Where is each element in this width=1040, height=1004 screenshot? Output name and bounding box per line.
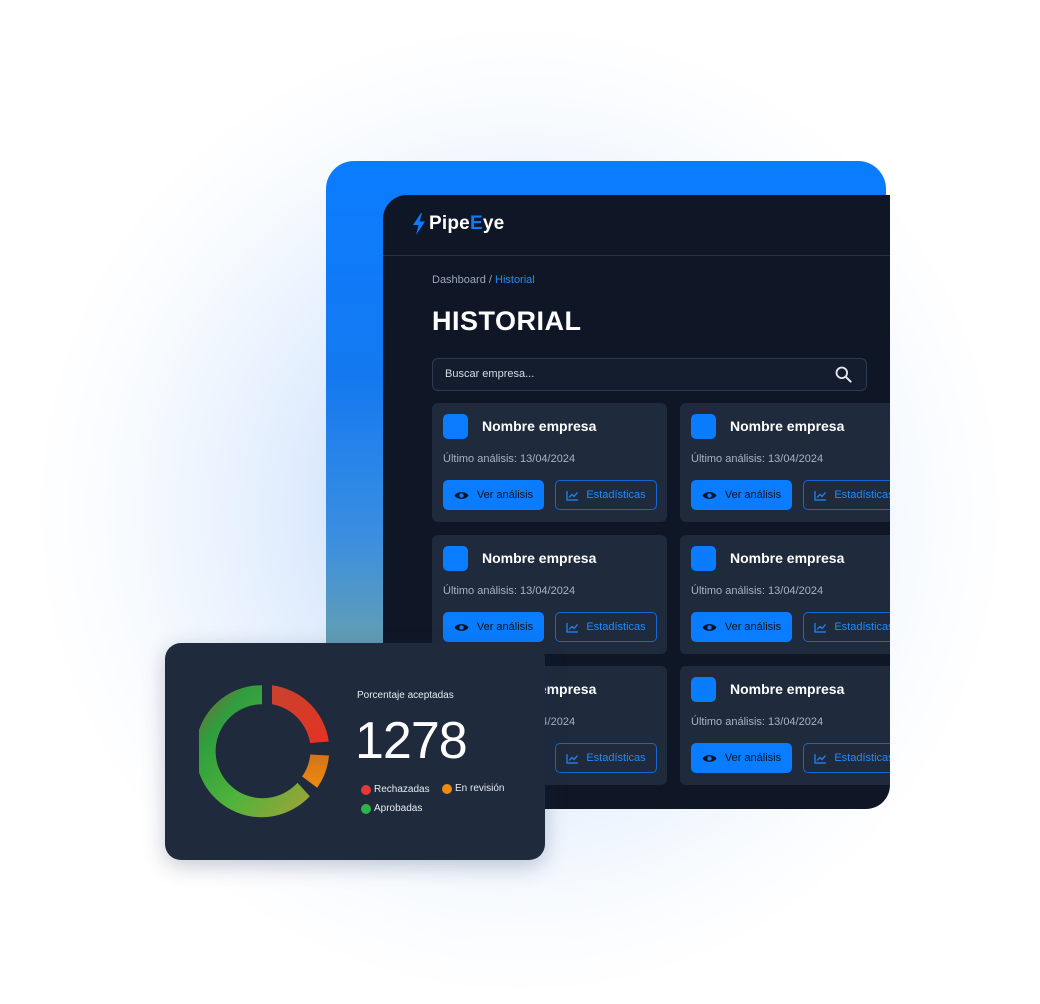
breadcrumb-separator: /	[485, 274, 495, 286]
company-avatar	[443, 414, 468, 439]
chart-line-icon	[814, 490, 827, 501]
view-analysis-label: Ver análisis	[724, 621, 782, 633]
stats-card: Porcentaje aceptadas 1278 Rechazadas En …	[165, 643, 545, 860]
legend-item-aprobadas: Aprobadas	[361, 803, 422, 814]
stats-value: 1278	[355, 712, 468, 770]
logo-highlight: E	[469, 213, 483, 234]
view-analysis-label: Ver análisis	[724, 489, 782, 501]
view-analysis-button[interactable]: Ver análisis	[443, 612, 544, 642]
eye-icon	[702, 491, 717, 499]
statistics-label: Estadísticas	[586, 489, 646, 501]
eye-icon	[454, 623, 469, 631]
company-card: Nombre empresa Último análisis: 13/04/20…	[680, 535, 890, 654]
company-avatar	[691, 546, 716, 571]
last-analysis-date: Último análisis: 13/04/2024	[691, 453, 823, 465]
legend-item-en-revision: En revisión	[442, 783, 504, 794]
statistics-label: Estadísticas	[586, 621, 646, 633]
chart-line-icon	[814, 753, 827, 764]
last-analysis-label: Último análisis:	[691, 453, 765, 465]
statistics-button[interactable]: Estadísticas	[803, 480, 890, 510]
company-avatar	[443, 546, 468, 571]
last-analysis-value: 13/04/2024	[764, 716, 824, 728]
company-card: Nombre empresa Último análisis: 13/04/20…	[680, 666, 890, 785]
logo-text: PipeEye	[429, 213, 504, 235]
company-name: Nombre empresa	[482, 418, 597, 434]
last-analysis-label: Último análisis:	[691, 585, 765, 597]
company-name: Nombre empresa	[730, 681, 845, 697]
last-analysis-label: Último análisis:	[691, 716, 765, 728]
legend-dot-en-revision	[442, 783, 452, 794]
logo-suffix: ye	[482, 213, 505, 234]
last-analysis-label: Último análisis:	[443, 585, 517, 597]
view-analysis-button[interactable]: Ver análisis	[443, 480, 544, 510]
search-input[interactable]: Buscar empresa...	[432, 358, 867, 391]
last-analysis-date: Último análisis: 13/04/2024	[443, 453, 575, 465]
statistics-label: Estadísticas	[586, 752, 646, 764]
acceptance-donut-chart	[199, 685, 329, 818]
last-analysis-value: 13/04/2024	[764, 585, 824, 597]
view-analysis-button[interactable]: Ver análisis	[691, 612, 792, 642]
breadcrumb-current[interactable]: Historial	[495, 274, 535, 286]
statistics-button[interactable]: Estadísticas	[803, 612, 890, 642]
donut-segment-en-revision	[302, 754, 329, 788]
statistics-button[interactable]: Estadísticas	[555, 612, 657, 642]
last-analysis-value: 13/04/2024	[516, 585, 576, 597]
eye-icon	[454, 491, 469, 499]
top-bar: PipeEye	[383, 195, 890, 256]
logo-prefix: Pipe	[429, 213, 470, 234]
company-name: Nombre empresa	[482, 550, 597, 566]
search-icon[interactable]	[835, 366, 852, 383]
chart-line-icon	[566, 753, 579, 764]
company-name: Nombre empresa	[730, 550, 845, 566]
chart-line-icon	[814, 622, 827, 633]
logo[interactable]: PipeEye	[411, 213, 504, 235]
company-avatar	[691, 677, 716, 702]
view-analysis-button[interactable]: Ver análisis	[691, 480, 792, 510]
company-card: Nombre empresa Último análisis: 13/04/20…	[680, 403, 890, 522]
statistics-button[interactable]: Estadísticas	[555, 743, 657, 773]
breadcrumb-root[interactable]: Dashboard	[432, 274, 486, 286]
bolt-icon	[413, 213, 425, 235]
chart-line-icon	[566, 622, 579, 633]
legend-label: En revisión	[455, 783, 505, 794]
statistics-label: Estadísticas	[834, 621, 890, 633]
legend-dot-rechazadas	[361, 784, 371, 795]
page-title: HISTORIAL	[432, 306, 582, 336]
statistics-label: Estadísticas	[834, 489, 890, 501]
statistics-label: Estadísticas	[834, 752, 890, 764]
last-analysis-value: 13/04/2024	[764, 453, 824, 465]
view-analysis-label: Ver análisis	[724, 752, 782, 764]
legend-item-rechazadas: Rechazadas	[361, 784, 430, 795]
last-analysis-date: Último análisis: 13/04/2024	[691, 585, 823, 597]
legend-label: Aprobadas	[374, 803, 423, 814]
last-analysis-date: Último análisis: 13/04/2024	[443, 585, 575, 597]
last-analysis-date: Último análisis: 13/04/2024	[691, 716, 823, 728]
view-analysis-button[interactable]: Ver análisis	[691, 743, 792, 773]
breadcrumb: Dashboard / Historial	[432, 274, 535, 286]
donut-segment-rechazadas	[272, 685, 329, 744]
search-placeholder: Buscar empresa...	[445, 368, 535, 380]
company-card: Nombre empresa Último análisis: 13/04/20…	[432, 535, 667, 654]
company-card: Nombre empresa Último análisis: 13/04/20…	[432, 403, 667, 522]
view-analysis-label: Ver análisis	[476, 489, 534, 501]
statistics-button[interactable]: Estadísticas	[555, 480, 657, 510]
view-analysis-label: Ver análisis	[476, 621, 534, 633]
stats-label: Porcentaje aceptadas	[357, 690, 454, 701]
last-analysis-value: 13/04/2024	[516, 453, 576, 465]
chart-line-icon	[566, 490, 579, 501]
statistics-button[interactable]: Estadísticas	[803, 743, 890, 773]
eye-icon	[702, 623, 717, 631]
last-analysis-label: Último análisis:	[443, 453, 517, 465]
eye-icon	[702, 754, 717, 762]
company-avatar	[691, 414, 716, 439]
company-name: Nombre empresa	[730, 418, 845, 434]
legend-dot-aprobadas	[361, 803, 371, 814]
legend-label: Rechazadas	[374, 784, 430, 795]
